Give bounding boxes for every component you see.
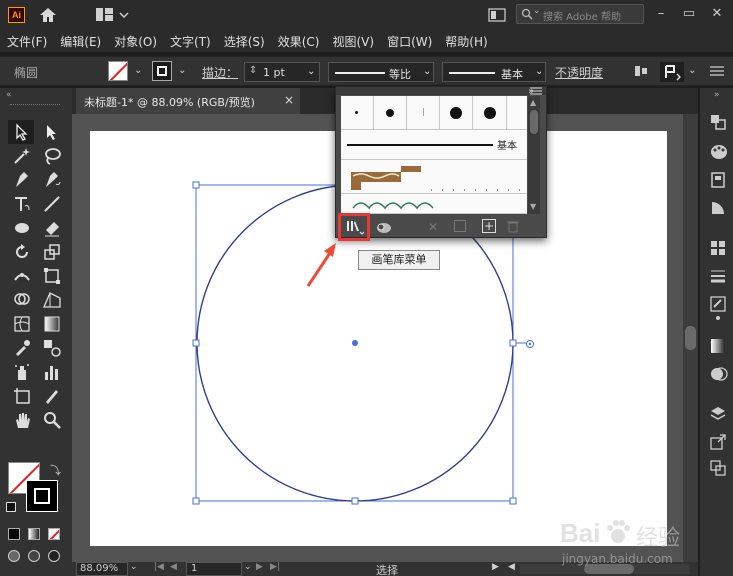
- watermark-url: jingyan.baidu.com: [562, 552, 673, 566]
- watermark-brand: Bai: [560, 518, 601, 548]
- tooltip: 画笔库菜单: [358, 250, 440, 270]
- baidu-watermark: Bai 经验 jingyan.baidu.com: [560, 514, 730, 570]
- pointer-arrow: [306, 243, 336, 287]
- watermark-brand-jingyan: 经验: [636, 526, 681, 551]
- baidu-paw-icon: [607, 520, 630, 543]
